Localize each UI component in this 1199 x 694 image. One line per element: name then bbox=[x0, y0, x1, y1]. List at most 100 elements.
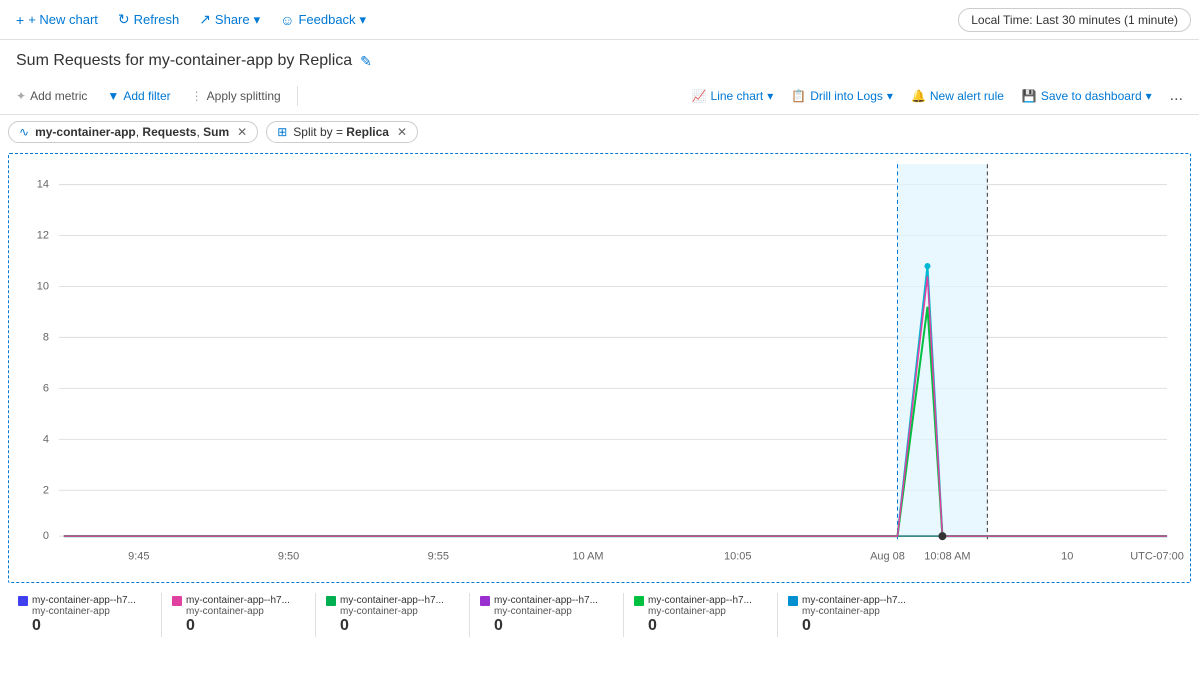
metric-tag-label: my-container-app, Requests, Sum bbox=[35, 125, 229, 139]
legend-color-dot bbox=[634, 596, 644, 606]
legend-divider bbox=[777, 593, 778, 637]
filter-icon: ▼ bbox=[107, 89, 119, 103]
drill-icon: 📋 bbox=[791, 89, 806, 103]
legend-color-dot bbox=[788, 596, 798, 606]
svg-text:10:05: 10:05 bbox=[724, 550, 751, 562]
legend-name: my-container-app--h7... bbox=[18, 595, 151, 606]
svg-text:9:50: 9:50 bbox=[278, 550, 299, 562]
legend-color-dot bbox=[480, 596, 490, 606]
more-button[interactable]: ... bbox=[1162, 82, 1191, 110]
feedback-button[interactable]: ☺ Feedback ▾ bbox=[272, 8, 374, 32]
share-chevron: ▾ bbox=[254, 12, 261, 28]
refresh-label: Refresh bbox=[134, 12, 180, 27]
new-chart-button[interactable]: + + New chart bbox=[8, 8, 106, 32]
more-label: ... bbox=[1170, 87, 1183, 104]
plus-icon: + bbox=[16, 12, 24, 28]
sparkle-icon: ✦ bbox=[16, 89, 26, 103]
split-tag-label: Split by = Replica bbox=[293, 125, 389, 139]
split-tag-close[interactable]: ✕ bbox=[397, 125, 407, 139]
split-icon: ⋮ bbox=[191, 89, 203, 103]
legend-name: my-container-app--h7... bbox=[326, 595, 459, 606]
split-filter-tag[interactable]: ⊞ Split by = Replica ✕ bbox=[266, 121, 418, 143]
metric-filter-tag[interactable]: ∿ my-container-app, Requests, Sum ✕ bbox=[8, 121, 258, 143]
legend-name-text: my-container-app--h7... bbox=[32, 595, 136, 606]
svg-text:10:08 AM: 10:08 AM bbox=[924, 550, 970, 562]
share-label: Share bbox=[215, 12, 250, 27]
add-filter-button[interactable]: ▼ Add filter bbox=[99, 84, 178, 108]
legend-item: my-container-app--h7... my-container-app… bbox=[782, 591, 927, 639]
legend-sub: my-container-app bbox=[18, 606, 151, 617]
legend-item: my-container-app--h7... my-container-app… bbox=[12, 591, 157, 639]
new-alert-rule-label: New alert rule bbox=[930, 89, 1004, 103]
legend-name-text: my-container-app--h7... bbox=[494, 595, 598, 606]
legend-area: my-container-app--h7... my-container-app… bbox=[0, 587, 1199, 643]
time-range-button[interactable]: Local Time: Last 30 minutes (1 minute) bbox=[958, 8, 1191, 32]
toolbar: ✦ Add metric ▼ Add filter ⋮ Apply splitt… bbox=[0, 78, 1199, 115]
legend-value: 0 bbox=[326, 617, 459, 635]
edit-icon[interactable]: ✎ bbox=[360, 53, 372, 70]
line-chart-label: Line chart bbox=[711, 89, 764, 103]
legend-color-dot bbox=[18, 596, 28, 606]
add-metric-button[interactable]: ✦ Add metric bbox=[8, 84, 95, 108]
svg-text:6: 6 bbox=[43, 382, 49, 394]
svg-text:8: 8 bbox=[43, 331, 49, 343]
legend-item: my-container-app--h7... my-container-app… bbox=[320, 591, 465, 639]
legend-sub: my-container-app bbox=[634, 606, 767, 617]
alert-icon: 🔔 bbox=[911, 89, 926, 103]
line-chart-button[interactable]: 📈 Line chart ▾ bbox=[684, 84, 782, 108]
metric-tag-close[interactable]: ✕ bbox=[237, 125, 247, 139]
legend-name-text: my-container-app--h7... bbox=[340, 595, 444, 606]
refresh-icon: ↻ bbox=[118, 11, 130, 28]
legend-value: 0 bbox=[788, 617, 921, 635]
save-chevron: ▾ bbox=[1146, 89, 1152, 103]
legend-sub: my-container-app bbox=[326, 606, 459, 617]
svg-text:4: 4 bbox=[43, 433, 49, 445]
legend-value: 0 bbox=[634, 617, 767, 635]
legend-sub: my-container-app bbox=[172, 606, 305, 617]
share-button[interactable]: ↗ Share ▾ bbox=[191, 7, 268, 32]
time-range-area: Local Time: Last 30 minutes (1 minute) bbox=[958, 8, 1191, 32]
legend-value: 0 bbox=[172, 617, 305, 635]
legend-value: 0 bbox=[18, 617, 151, 635]
save-dashboard-label: Save to dashboard bbox=[1041, 89, 1142, 103]
svg-text:9:55: 9:55 bbox=[428, 550, 449, 562]
svg-text:10: 10 bbox=[1061, 550, 1073, 562]
apply-splitting-button[interactable]: ⋮ Apply splitting bbox=[183, 84, 289, 108]
save-icon: 💾 bbox=[1022, 89, 1037, 103]
page-title: Sum Requests for my-container-app by Rep… bbox=[16, 52, 352, 70]
feedback-label: Feedback bbox=[298, 12, 355, 27]
add-metric-label: Add metric bbox=[30, 89, 87, 103]
legend-item: my-container-app--h7... my-container-app… bbox=[166, 591, 311, 639]
refresh-button[interactable]: ↻ Refresh bbox=[110, 7, 187, 32]
legend-divider bbox=[623, 593, 624, 637]
svg-text:10: 10 bbox=[37, 280, 49, 292]
svg-text:2: 2 bbox=[43, 484, 49, 496]
feedback-chevron: ▾ bbox=[360, 12, 367, 28]
new-alert-rule-button[interactable]: 🔔 New alert rule bbox=[903, 84, 1012, 108]
legend-divider bbox=[469, 593, 470, 637]
legend-name-text: my-container-app--h7... bbox=[186, 595, 290, 606]
legend-item: my-container-app--h7... my-container-app… bbox=[474, 591, 619, 639]
svg-text:12: 12 bbox=[37, 229, 49, 241]
legend-name: my-container-app--h7... bbox=[788, 595, 921, 606]
toolbar-right: 📈 Line chart ▾ 📋 Drill into Logs ▾ 🔔 New… bbox=[684, 82, 1191, 110]
svg-text:14: 14 bbox=[37, 179, 49, 191]
top-bar: + + New chart ↻ Refresh ↗ Share ▾ ☺ Feed… bbox=[0, 0, 1199, 40]
legend-value: 0 bbox=[480, 617, 613, 635]
new-chart-label: + New chart bbox=[28, 12, 98, 27]
legend-sub: my-container-app bbox=[788, 606, 921, 617]
page-title-row: Sum Requests for my-container-app by Rep… bbox=[0, 40, 1199, 78]
feedback-icon: ☺ bbox=[280, 12, 294, 28]
line-chart-icon: 📈 bbox=[692, 89, 707, 103]
save-dashboard-button[interactable]: 💾 Save to dashboard ▾ bbox=[1014, 84, 1160, 108]
share-icon: ↗ bbox=[199, 11, 211, 28]
drill-logs-chevron: ▾ bbox=[887, 89, 893, 103]
legend-color-dot bbox=[326, 596, 336, 606]
chart-container: 0 2 4 6 8 10 12 14 9:45 9:50 9:55 10 AM … bbox=[8, 153, 1191, 583]
toolbar-sep-1 bbox=[297, 86, 298, 106]
svg-text:0: 0 bbox=[43, 530, 49, 542]
svg-text:Aug 08: Aug 08 bbox=[870, 550, 905, 562]
drill-logs-button[interactable]: 📋 Drill into Logs ▾ bbox=[783, 84, 901, 108]
chart-svg: 0 2 4 6 8 10 12 14 9:45 9:50 9:55 10 AM … bbox=[9, 154, 1190, 582]
line-chart-chevron: ▾ bbox=[767, 89, 773, 103]
